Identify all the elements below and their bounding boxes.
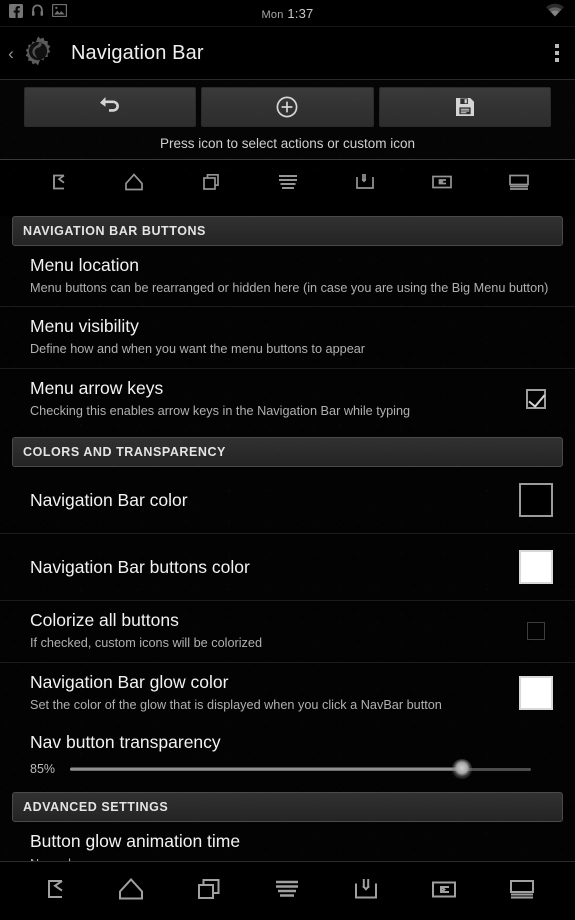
navigation-bar-color-swatch[interactable] [519, 483, 553, 518]
status-bar: Mon 1:37 [0, 0, 575, 27]
colorize-all-buttons-summary: If checked, custom icons will be coloriz… [30, 636, 262, 651]
section-header-label: ADVANCED SETTINGS [23, 800, 169, 815]
unicorn-gear-icon[interactable] [19, 34, 57, 72]
navigation-bar-buttons-color-swatch[interactable] [519, 550, 553, 585]
action-bar: ‹ Navigation Bar [0, 27, 575, 80]
section-header-colors-and-transparency: COLORS AND TRANSPARENCY [12, 437, 563, 468]
overflow-dot [555, 44, 559, 48]
menu-location-title: Menu location [30, 255, 139, 275]
navigation-bar-glow-color-title: Navigation Bar glow color [30, 671, 229, 692]
section-header-navigation-bar-buttons: NAVIGATION BAR BUTTONS [12, 216, 563, 246]
slider-fill [70, 767, 462, 771]
colorize-all-buttons-row[interactable]: Colorize all buttons If checked, custom … [0, 601, 575, 663]
add-button[interactable] [201, 87, 374, 127]
navigation-bar-color-row[interactable]: Navigation Bar color [0, 467, 575, 535]
menu-location-row[interactable]: Menu location Menu buttons can be rearra… [0, 246, 575, 308]
section-header-advanced-settings: ADVANCED SETTINGS [12, 792, 563, 823]
navigation-bar-glow-color-row[interactable]: Navigation Bar glow color Set the color … [0, 663, 575, 723]
recents-icon[interactable] [196, 168, 226, 201]
recents-icon[interactable] [190, 872, 228, 911]
menu-lines-icon[interactable] [273, 168, 303, 201]
nav-button-transparency-value: 85% [30, 762, 56, 777]
nav-button-transparency-title: Nav button transparency [30, 732, 221, 753]
status-bar-day: Mon [261, 8, 284, 21]
nav-button-transparency-slider[interactable]: 85% [30, 759, 557, 780]
system-navigation-bar [0, 861, 575, 920]
menu-lines-icon[interactable] [268, 872, 306, 911]
last-app-icon[interactable] [427, 168, 457, 201]
menu-arrow-keys-checkbox[interactable] [526, 388, 546, 409]
back-chevron-icon[interactable]: ‹ [4, 45, 18, 62]
back-arrow-icon[interactable] [42, 168, 72, 201]
navigation-bar-buttons-color-title: Navigation Bar buttons color [30, 556, 250, 577]
menu-arrow-keys-row[interactable]: Menu arrow keys Checking this enables ar… [0, 369, 575, 429]
toolbar-hint: Press icon to select actions or custom i… [159, 136, 416, 151]
colorize-all-buttons-title: Colorize all buttons [30, 610, 179, 631]
menu-visibility-title: Menu visibility [30, 316, 139, 337]
menu-location-summary: Menu buttons can be rearranged or hidden… [30, 280, 549, 295]
navigation-bar-buttons-color-row[interactable]: Navigation Bar buttons color [0, 534, 575, 602]
navigation-bar-color-title: Navigation Bar color [30, 489, 188, 510]
home-icon[interactable] [112, 872, 150, 911]
screenshot-icon[interactable] [504, 168, 534, 201]
save-button[interactable] [378, 87, 551, 127]
slider-thumb[interactable] [451, 759, 472, 780]
menu-arrow-keys-title: Menu arrow keys [30, 377, 164, 398]
menu-visibility-summary: Define how and when you want the menu bu… [30, 342, 366, 357]
menu-visibility-row[interactable]: Menu visibility Define how and when you … [0, 307, 575, 369]
section-header-label: COLORS AND TRANSPARENCY [23, 445, 226, 460]
screenshot-icon[interactable] [503, 872, 541, 911]
editor-toolbar-buttons [0, 87, 575, 127]
status-bar-time: 1:37 [287, 5, 314, 21]
navigation-bar-glow-color-swatch[interactable] [519, 675, 553, 710]
notifications-pull-icon[interactable] [350, 168, 380, 201]
overflow-menu-icon[interactable] [555, 44, 559, 62]
settings-list: NAVIGATION BAR BUTTONS Menu location Men… [0, 216, 575, 883]
section-header-label: NAVIGATION BAR BUTTONS [23, 224, 206, 238]
slider-track[interactable] [70, 759, 531, 780]
menu-arrow-keys-summary: Checking this enables arrow keys in the … [30, 403, 411, 418]
navigation-bar-glow-color-summary: Set the color of the glow that is displa… [30, 697, 442, 712]
notifications-pull-icon[interactable] [347, 872, 385, 911]
button-glow-animation-time-title: Button glow animation time [30, 831, 241, 852]
status-bar-clock: Mon 1:37 [0, 6, 575, 21]
nav-button-transparency-row[interactable]: Nav button transparency 85% [0, 723, 575, 784]
overflow-dot [555, 58, 559, 62]
overflow-dot [555, 51, 559, 55]
back-arrow-icon[interactable] [34, 872, 72, 911]
page-title: Navigation Bar [71, 41, 204, 64]
editor-toolbar: Press icon to select actions or custom i… [0, 80, 575, 180]
wifi-icon [545, 3, 565, 23]
navbar-preview-strip [0, 159, 575, 208]
reset-button[interactable] [24, 87, 197, 127]
last-app-icon[interactable] [425, 872, 463, 911]
home-icon[interactable] [119, 168, 149, 201]
colorize-all-buttons-checkbox[interactable] [527, 622, 545, 641]
